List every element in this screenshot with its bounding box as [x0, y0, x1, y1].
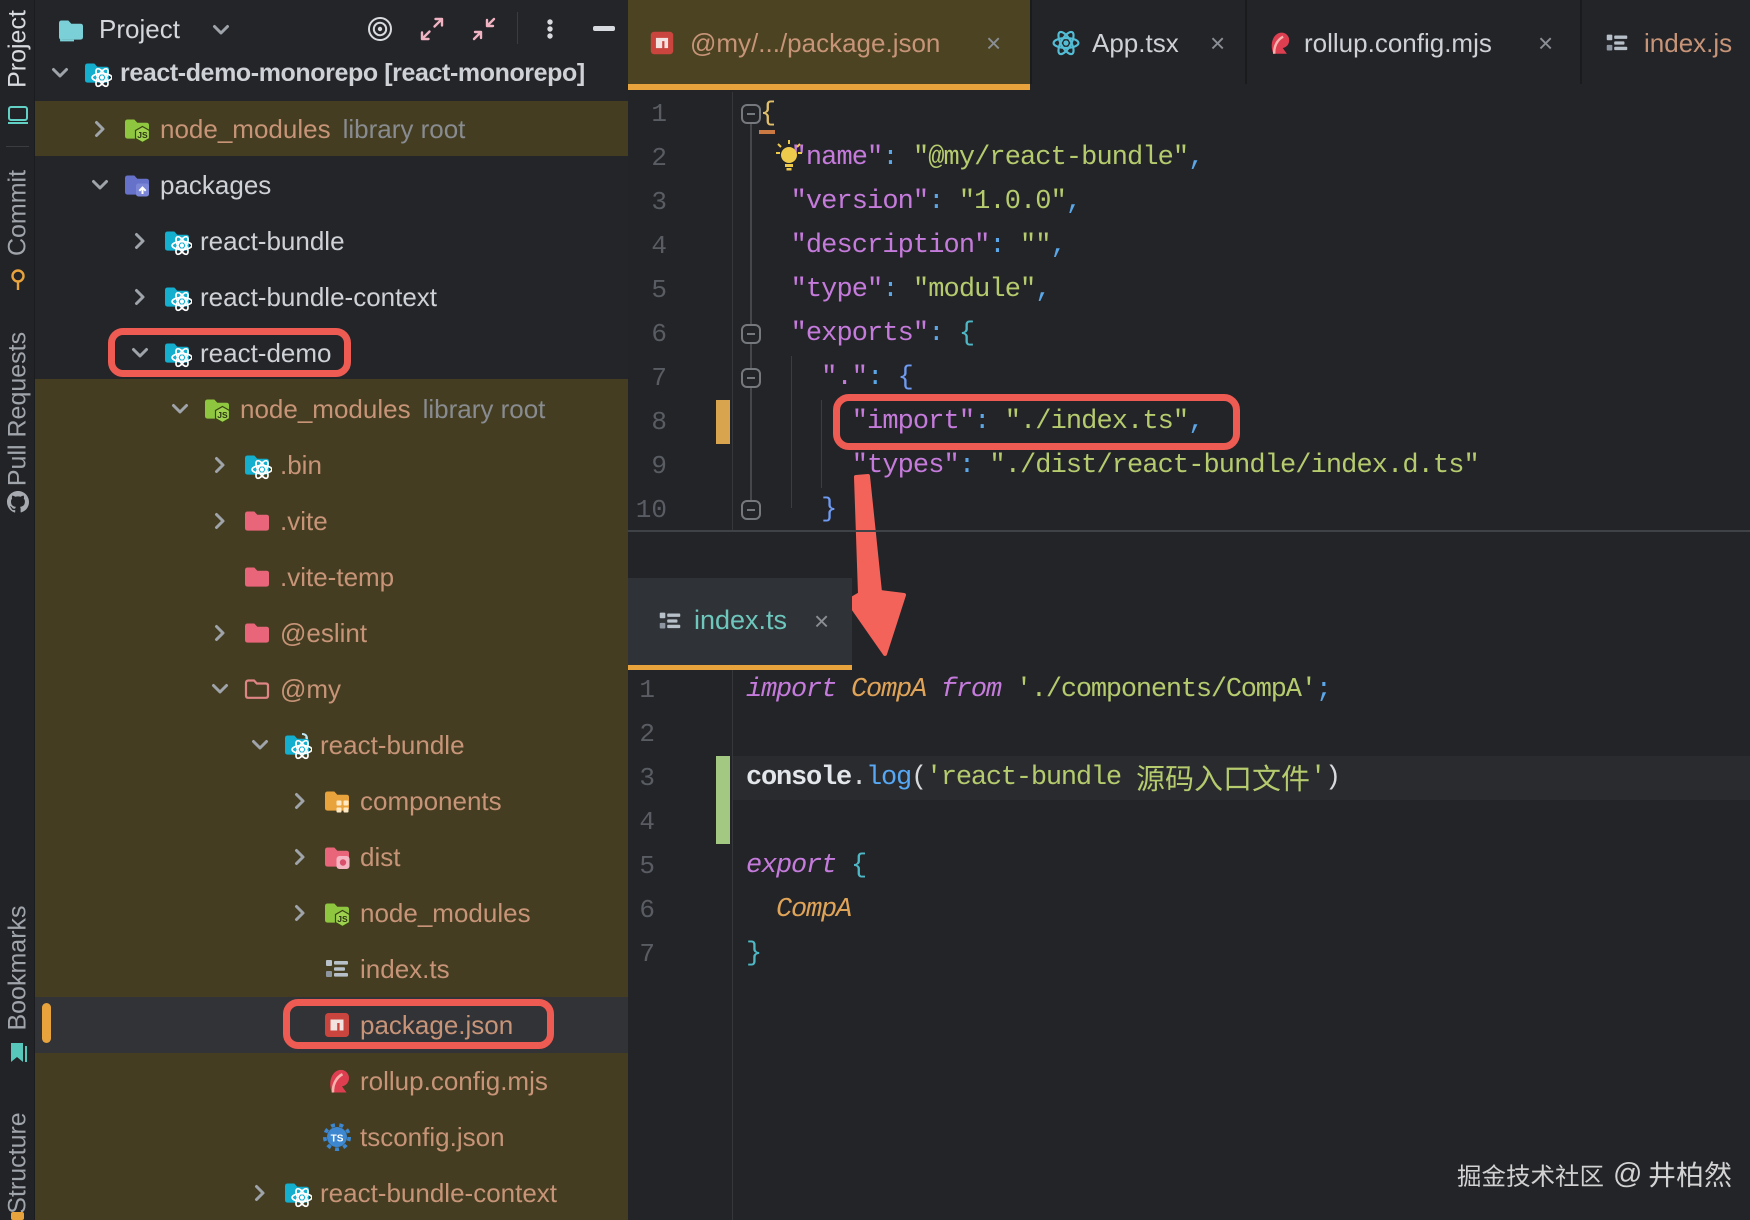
svg-text:JS: JS: [217, 410, 228, 420]
svg-text:JS: JS: [337, 914, 348, 924]
svg-text:JS: JS: [137, 130, 148, 140]
svg-text:TS: TS: [331, 1134, 344, 1145]
